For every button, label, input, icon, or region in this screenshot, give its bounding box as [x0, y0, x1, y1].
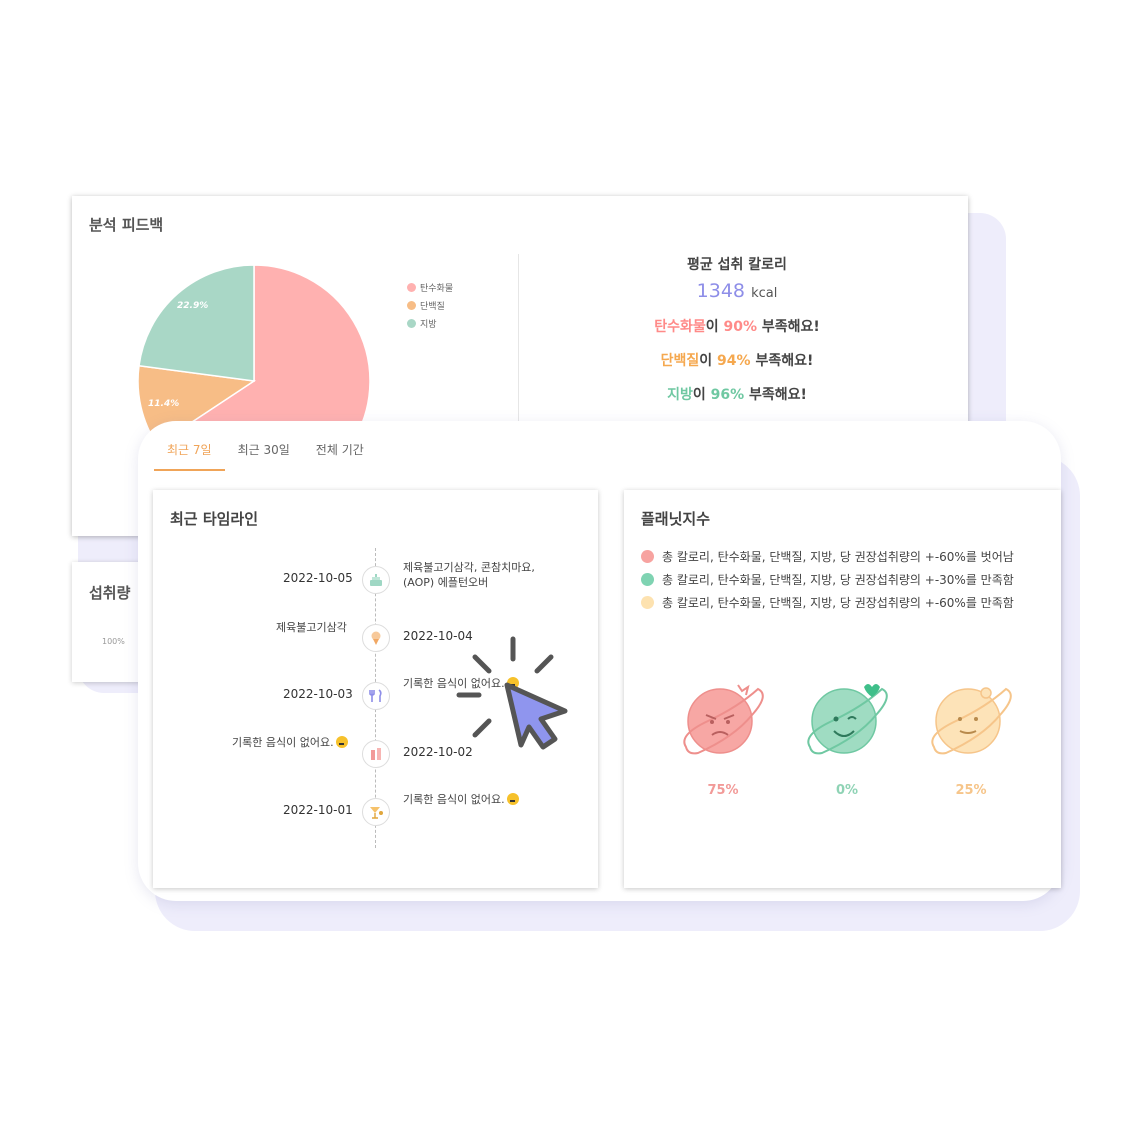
fork-knife-icon[interactable] — [362, 682, 390, 710]
cocktail-icon[interactable] — [362, 798, 390, 826]
pie-legend: 탄수화물 단백질 지방 — [407, 278, 453, 332]
timeline-empty-text: 기록한 음식이 없어요. — [403, 792, 519, 807]
deficit-fat: 지방이 96% 부족해요! — [532, 384, 942, 404]
intake-title: 섭취량 — [89, 584, 131, 602]
deficit-nutrient-carbs: 탄수화물 — [654, 319, 706, 335]
intake-percent: 100% — [102, 637, 125, 646]
click-cursor-icon — [456, 636, 568, 750]
timeline-date: 2022-10-01 — [283, 803, 353, 817]
neutral-planet-percent: 25% — [955, 783, 987, 798]
tab-recent-30-days[interactable]: 최근 30일 — [225, 421, 303, 470]
timeline-empty-text: 기록한 음식이 없어요. — [232, 735, 348, 750]
neutral-planet-icon — [931, 687, 1012, 755]
timeline-title: 최근 타임라인 — [170, 510, 259, 528]
timeline-food-line-1: 제육불고기삼각, 콘참치마요, — [403, 561, 535, 574]
legend-dot-fat — [407, 318, 416, 328]
period-tabs: 최근 7일 최근 30일 전체 기간 — [154, 421, 377, 471]
thinking-emoji-icon — [335, 736, 348, 748]
ice-cream-icon[interactable] — [362, 624, 390, 652]
deficit-percent-protein: 94% — [717, 353, 751, 369]
criteria-row-neutral: 총 칼로리, 탄수화물, 단백질, 지방, 당 권장섭취량의 +-60%를 만족… — [639, 594, 1014, 611]
legend-item-protein: 단백질 — [407, 296, 453, 314]
kcal-unit: kcal — [751, 286, 778, 301]
pie-slice-fat — [138, 264, 255, 382]
legend-item-carbs: 탄수화물 — [407, 278, 453, 296]
timeline-food-line-2: (AOP) 에플턴오버 — [403, 576, 489, 589]
criteria-text: 총 칼로리, 탄수화물, 단백질, 지방, 당 권장섭취량의 +-60%를 벗어… — [662, 550, 1014, 564]
deficit-suffix: 부족해요! — [749, 387, 807, 403]
planet-index-title: 플래닛지수 — [641, 510, 711, 528]
deficit-particle: 이 — [699, 353, 713, 369]
tab-recent-7-days[interactable]: 최근 7일 — [154, 421, 225, 471]
happy-planet-mini-icon — [639, 571, 656, 588]
legend-label-fat: 지방 — [420, 319, 437, 330]
calorie-summary: 평균 섭취 칼로리 1348 kcal 탄수화물이 90% 부족해요! 단백질이… — [532, 254, 942, 404]
legend-dot-carbs — [407, 282, 416, 292]
deficit-percent-fat: 96% — [710, 387, 745, 403]
timeline-empty-label: 기록한 음식이 없어요. — [232, 736, 334, 749]
analysis-title: 분석 피드백 — [89, 216, 164, 234]
tab-all-period[interactable]: 전체 기간 — [303, 421, 377, 470]
drink-icon[interactable] — [362, 740, 390, 768]
avg-calorie-label: 평균 섭취 칼로리 — [687, 257, 787, 273]
thinking-emoji-icon — [506, 793, 519, 805]
timeline-food-text: 제육불고기삼각, 콘참치마요, (AOP) 에플턴오버 — [403, 560, 535, 590]
deficit-particle: 이 — [692, 387, 706, 403]
criteria-row-angry: 총 칼로리, 탄수화물, 단백질, 지방, 당 권장섭취량의 +-60%를 벗어… — [639, 548, 1014, 565]
deficit-protein: 단백질이 94% 부족해요! — [532, 350, 942, 370]
legend-dot-protein — [407, 300, 416, 310]
legend-label-carbs: 탄수화물 — [420, 283, 454, 294]
pie-label-fat: 22.9% — [177, 301, 209, 311]
deficit-suffix: 부족해요! — [755, 353, 814, 369]
pie-label-protein: 11.4% — [148, 399, 180, 409]
deficit-suffix: 부족해요! — [761, 319, 820, 335]
deficit-percent-carbs: 90% — [723, 319, 758, 335]
legend-label-protein: 단백질 — [420, 301, 445, 312]
cake-icon[interactable] — [362, 566, 390, 594]
happy-planet-percent: 0% — [835, 783, 859, 798]
happy-planet-icon — [807, 684, 888, 755]
neutral-planet-mini-icon — [639, 594, 656, 611]
criteria-text: 총 칼로리, 탄수화물, 단백질, 지방, 당 권장섭취량의 +-60%를 만족… — [662, 596, 1014, 610]
angry-planet-icon — [683, 684, 764, 755]
avg-calorie-value: 1348 kcal — [532, 280, 942, 302]
criteria-text: 총 칼로리, 탄수화물, 단백질, 지방, 당 권장섭취량의 +-30%를 만족… — [662, 573, 1014, 587]
legend-item-fat: 지방 — [407, 314, 453, 332]
timeline-food-text: 제육불고기삼각 — [276, 621, 347, 634]
angry-planet-mini-icon — [639, 548, 656, 565]
criteria-row-happy: 총 칼로리, 탄수화물, 단백질, 지방, 당 권장섭취량의 +-30%를 만족… — [639, 571, 1014, 588]
angry-planet-percent: 75% — [707, 783, 739, 798]
deficit-carbs: 탄수화물이 90% 부족해요! — [532, 316, 942, 336]
deficit-particle: 이 — [705, 319, 719, 335]
timeline-date: 2022-10-03 — [283, 687, 353, 701]
kcal-number: 1348 — [696, 280, 746, 302]
deficit-nutrient-protein: 단백질 — [660, 353, 700, 369]
front-panel: 최근 7일 최근 30일 전체 기간 최근 타임라인 2022-10-05 제육… — [138, 421, 1061, 901]
timeline-empty-label: 기록한 음식이 없어요. — [403, 793, 505, 806]
deficit-nutrient-fat: 지방 — [667, 387, 693, 403]
planet-index-card: 플래닛지수 총 칼로리, 탄수화물, 단백질, 지방, 당 권장섭취량의 +-6… — [624, 490, 1061, 888]
timeline-date: 2022-10-05 — [283, 571, 353, 585]
